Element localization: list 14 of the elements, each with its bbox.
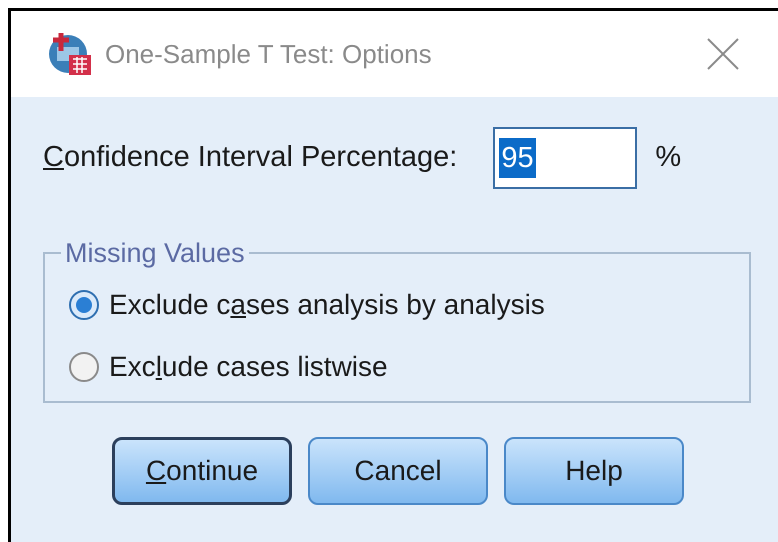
dialog-button[interactable]: Help: [504, 437, 684, 505]
radio-label: Exclude cases analysis by analysis: [109, 288, 545, 322]
group-title: Missing Values: [64, 237, 246, 270]
radio-button[interactable]: [69, 290, 99, 320]
radio-button[interactable]: [69, 352, 99, 382]
radio-label: Exclude cases listwise: [109, 350, 388, 384]
dialog-button[interactable]: Cancel: [308, 437, 488, 505]
app-icon: [47, 31, 93, 77]
close-icon[interactable]: [706, 37, 740, 71]
confidence-label: Confidence Interval Percentage:: [43, 140, 458, 176]
confidence-field[interactable]: 95: [493, 127, 638, 189]
window-title: One-Sample T Test: Options: [105, 38, 432, 70]
dialog-button[interactable]: Continue: [112, 437, 292, 505]
percent-sign: %: [655, 140, 682, 176]
